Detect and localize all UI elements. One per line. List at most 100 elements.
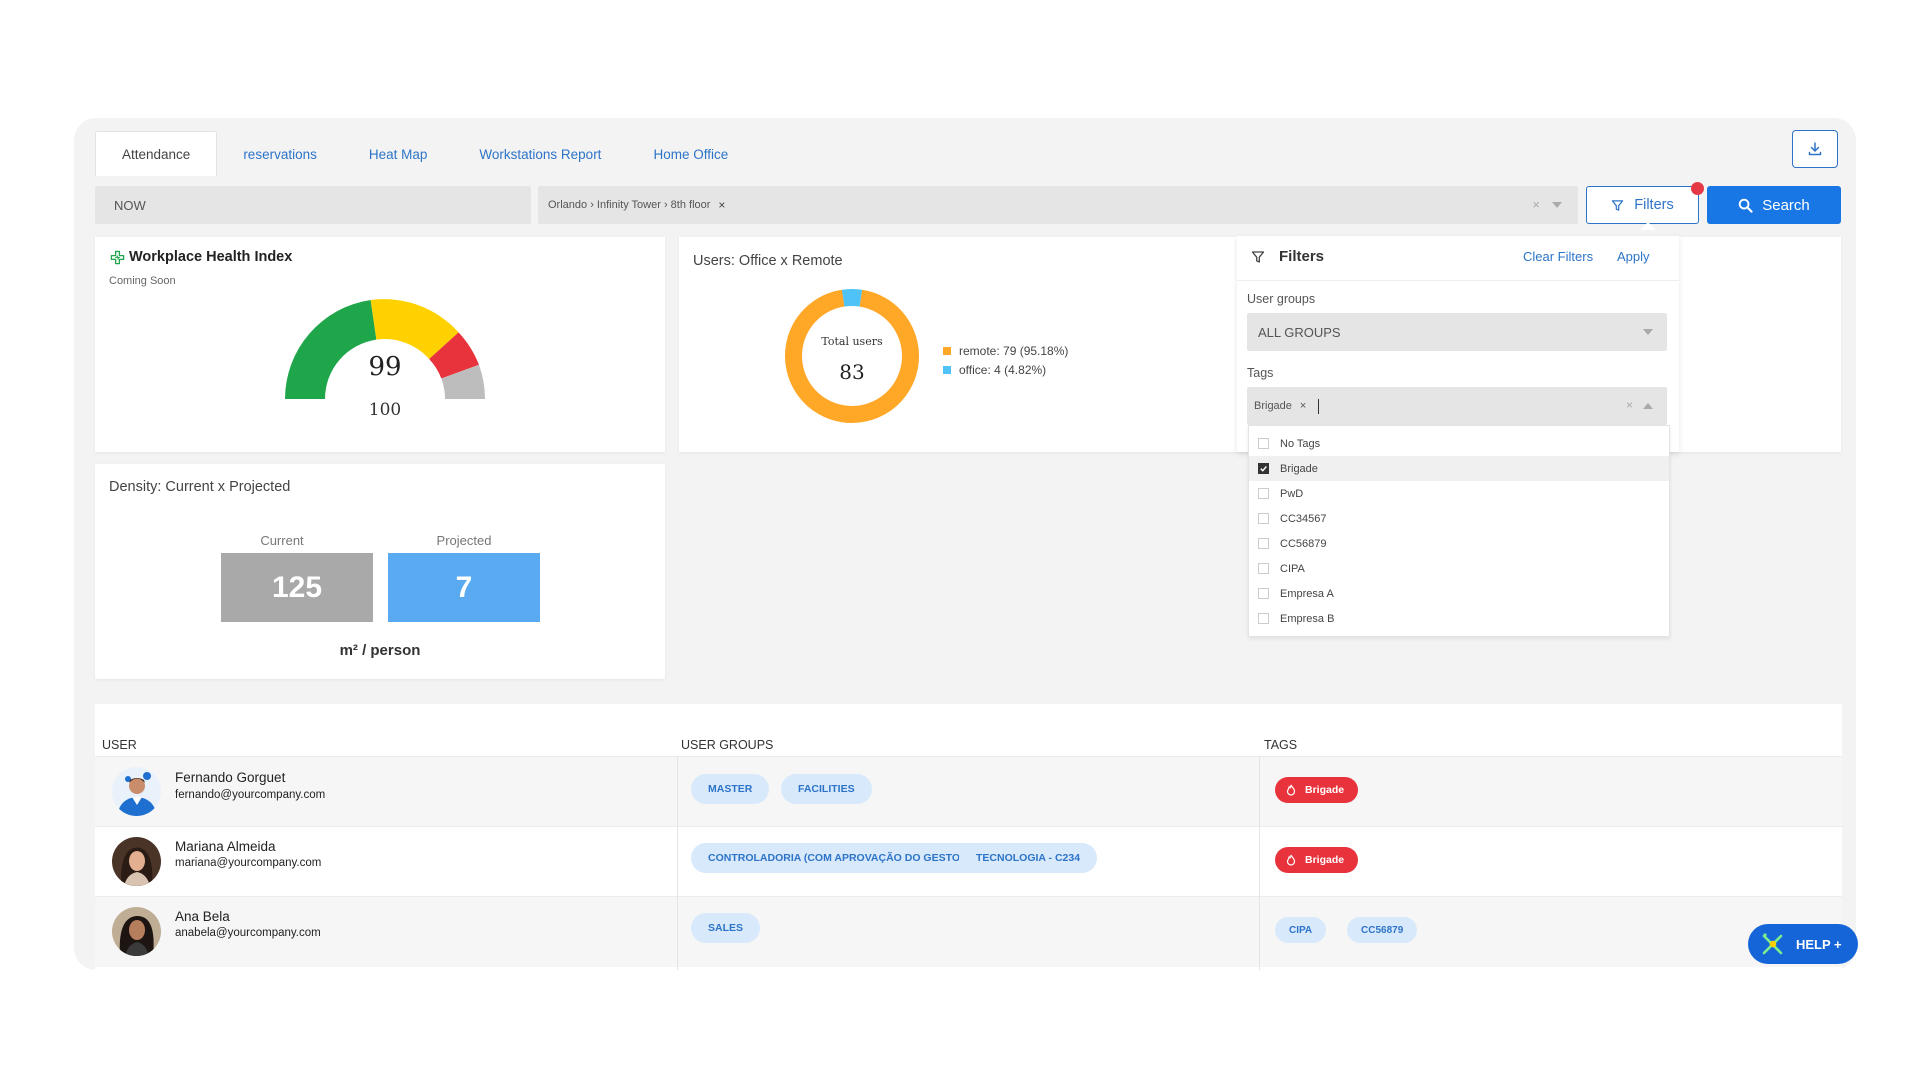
checkbox[interactable] [1258,538,1269,549]
tab-reservations[interactable]: reservations [217,132,343,176]
user-email: mariana@yourcompany.com [175,857,322,869]
clear-tags-icon[interactable]: × [1626,398,1633,412]
legend-office-label: office: 4 (4.82%) [959,362,1047,377]
column-header-tags: TAGS [1264,738,1298,752]
users-donut-chart [785,289,919,423]
chevron-down-icon[interactable] [1643,329,1653,335]
search-button[interactable]: Search [1707,186,1841,224]
column-divider [677,756,678,970]
download-icon [1808,142,1822,156]
checkbox[interactable] [1258,588,1269,599]
table-row[interactable]: Ana Bela anabela@yourcompany.com SALES C… [95,896,1842,967]
avatar [112,767,161,816]
filters-popover-arrow [1640,222,1656,230]
help-button[interactable]: HELP + [1748,924,1858,964]
tab-home-office[interactable]: Home Office [627,132,754,176]
selected-tag-chip: Brigade × [1254,400,1306,412]
checkbox[interactable] [1258,438,1269,449]
help-button-label: HELP + [1796,936,1842,952]
tag-option[interactable]: Brigade [1249,456,1669,481]
app-frame: Attendance reservations Heat Map Worksta… [74,118,1856,970]
tab-heat-map[interactable]: Heat Map [343,132,454,176]
health-cross-icon [110,250,125,264]
filters-panel: Filters Clear Filters Apply User groups … [1237,236,1679,452]
tag-option-label: Brigade [1280,462,1318,475]
tags-select[interactable]: Brigade × × [1247,387,1667,425]
filters-panel-divider [1237,280,1679,281]
checkbox[interactable] [1258,613,1269,624]
tag-option[interactable]: PwD [1249,481,1669,506]
workplace-health-title-text: Workplace Health Index [129,249,293,265]
location-chip-label: Orlando › Infinity Tower › 8th floor [548,199,711,211]
tag-option[interactable]: CIPA [1249,556,1669,581]
tab-attendance[interactable]: Attendance [95,131,218,176]
column-header-user: USER [102,738,137,752]
fire-icon [1286,784,1296,796]
tag-badge: Brigade [1275,847,1359,873]
user-email: anabela@yourcompany.com [175,927,321,939]
filters-button[interactable]: Filters [1586,186,1699,224]
clear-location-icon[interactable]: × [1532,197,1540,212]
remove-tag-icon[interactable]: × [1300,400,1306,412]
filters-button-label: Filters [1634,197,1674,213]
legend-remote-swatch [943,346,951,355]
tag-option[interactable]: No Tags [1249,431,1669,456]
time-select[interactable]: NOW [95,186,531,224]
legend-remote: remote: 79 (95.18%) [943,341,1068,360]
group-pill: FACILITIES [781,774,872,804]
download-button[interactable] [1792,130,1838,168]
tag-option[interactable]: CC56879 [1249,531,1669,556]
gauge-segment-green [285,300,377,399]
search-button-label: Search [1762,196,1810,214]
tags-dropdown-list: No Tags Brigade PwD CC34567 CC56879 CIPA… [1248,425,1670,637]
user-groups-select[interactable]: ALL GROUPS [1247,313,1667,351]
clear-filters-link[interactable]: Clear Filters [1523,249,1593,264]
filters-active-indicator [1691,182,1704,195]
filters-panel-header: Filters [1251,248,1324,265]
chevron-up-icon[interactable] [1643,403,1653,409]
tag-option-label: PwD [1280,487,1304,500]
donut-remote-segment [785,289,919,423]
column-divider [1259,756,1260,970]
tag-option-label: CIPA [1280,562,1305,575]
density-projected-value: 7 [388,553,540,622]
fire-icon [1286,854,1296,866]
tag-option[interactable]: Empresa A [1249,581,1669,606]
table-row[interactable]: Fernando Gorguet fernando@yourcompany.co… [95,756,1842,827]
filter-icon [1612,199,1624,211]
location-select[interactable]: Orlando › Infinity Tower › 8th floor × × [538,186,1578,224]
user-groups-value: ALL GROUPS [1258,324,1341,340]
density-card: Density: Current x Projected Current Pro… [95,464,665,679]
table-row[interactable]: Mariana Almeida mariana@yourcompany.com … [95,826,1842,897]
tag-option[interactable]: CC34567 [1249,506,1669,531]
user-name: Mariana Almeida [175,839,276,854]
checkbox[interactable] [1258,463,1269,474]
checkbox[interactable] [1258,513,1269,524]
tab-workstations-report[interactable]: Workstations Report [453,132,627,176]
apply-filters-link[interactable]: Apply [1617,249,1650,264]
user-name: Ana Bela [175,909,230,924]
users-legend: remote: 79 (95.18%) office: 4 (4.82%) [943,341,1068,379]
chevron-down-icon[interactable] [1552,202,1562,208]
tag-pill: CIPA [1275,917,1327,943]
remove-location-icon[interactable]: × [718,198,725,212]
filter-icon [1251,250,1265,263]
tag-pill: CC56879 [1347,917,1418,943]
checkbox[interactable] [1258,563,1269,574]
user-email: fernando@yourcompany.com [175,789,326,801]
tag-option[interactable]: Empresa B [1249,606,1669,631]
health-index-max: 100 [368,400,402,420]
user-name: Fernando Gorguet [175,770,286,785]
legend-office: office: 4 (4.82%) [943,360,1068,379]
workplace-health-title: Workplace Health Index [110,249,292,265]
workplace-health-subtitle: Coming Soon [109,275,176,287]
group-pill: CONTROLADORIA (COM APROVAÇÃO DO GESTOR) [691,843,989,873]
tag-option-label: CC34567 [1280,512,1327,525]
tag-badge: Brigade [1275,777,1359,803]
tag-option-label: CC56879 [1280,537,1327,550]
checkbox[interactable] [1258,488,1269,499]
density-card-title: Density: Current x Projected [109,479,291,495]
users-card-title: Users: Office x Remote [693,253,843,269]
density-projected-label: Projected [436,533,492,548]
filters-panel-title: Filters [1279,248,1325,265]
